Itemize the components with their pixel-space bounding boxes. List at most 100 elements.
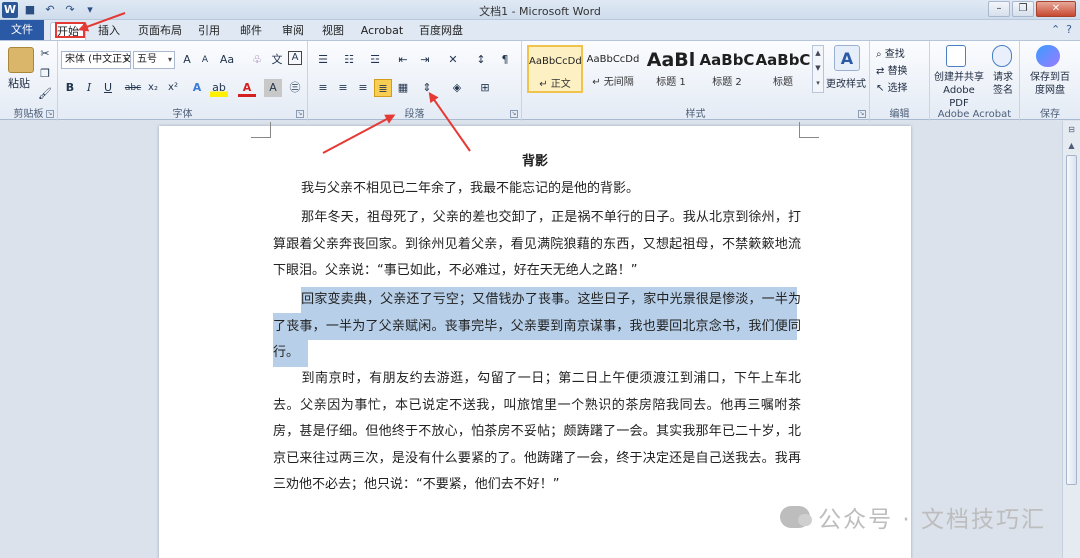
paragraph-group: ☰ ☷ ☲ ⇤ ⇥ ✕ ↕ ¶ ≡ ≡ ≡ ≣ ▦ ⇕ ◈ ⊞ 段落 ↘ — [308, 41, 522, 121]
font-launcher-icon[interactable]: ↘ — [296, 110, 304, 118]
help-icon[interactable]: ? — [1066, 23, 1072, 36]
tab-mailings[interactable]: 邮件 — [236, 22, 266, 40]
styles-gallery: AaBbCcDd ↵ 正文 AaBbCcDd ↵ 无间隔 AaBl 标题 1 A… — [527, 45, 837, 95]
char-border-icon[interactable]: A — [288, 51, 302, 65]
vertical-scrollbar[interactable]: ⊟ ▲ — [1062, 121, 1080, 558]
styles-gallery-scroll[interactable]: ▲ ▼ ▾ — [812, 45, 824, 93]
align-right-icon[interactable]: ≡ — [354, 79, 372, 97]
style-heading-1[interactable]: AaBl 标题 1 — [643, 45, 699, 93]
title-bar: W ■ ↶ ↷ ▾ 文档1 - Microsoft Word – ❐ ✕ — [0, 0, 1080, 20]
underline-button[interactable]: U — [99, 79, 117, 97]
create-pdf-button[interactable]: 创建并共享 Adobe PDF — [932, 71, 986, 110]
save-baidu-button[interactable]: 保存到百 度网盘 — [1022, 71, 1078, 97]
font-name-combo[interactable]: 宋体 (中文正文) ▾ — [61, 51, 131, 69]
paragraph-4[interactable]: 到南京时，有朋友约去游逛，勾留了一日；第二日上午便须渡江到浦口，下午上车北去。父… — [273, 366, 801, 499]
change-case-icon[interactable]: Aa — [218, 51, 236, 69]
shading-icon[interactable]: ◈ — [448, 79, 466, 97]
find-icon: ⌕ — [876, 49, 885, 60]
minimize-ribbon-icon[interactable]: ⌃ — [1051, 23, 1060, 36]
request-sign-icon[interactable] — [992, 45, 1012, 67]
paste-icon[interactable] — [8, 47, 34, 73]
align-left-icon[interactable]: ≡ — [314, 79, 332, 97]
acrobat-group-label: Adobe Acrobat — [937, 109, 1012, 120]
distributed-icon[interactable]: ▦ — [394, 79, 412, 97]
enclosed-char-icon[interactable]: ㊂ — [286, 79, 304, 97]
window-title: 文档1 - Microsoft Word — [479, 5, 601, 18]
highlight-icon[interactable]: ab — [210, 79, 228, 97]
phonetic-guide-icon[interactable]: 文 — [268, 51, 286, 69]
tab-page-layout[interactable]: 页面布局 — [136, 22, 184, 40]
align-center-icon[interactable]: ≡ — [334, 79, 352, 97]
styles-launcher-icon[interactable]: ↘ — [858, 110, 866, 118]
style-normal[interactable]: AaBbCcDd ↵ 正文 — [527, 45, 583, 93]
text-effects-icon[interactable]: A — [188, 79, 206, 97]
bold-button[interactable]: B — [61, 79, 79, 97]
scroll-thumb[interactable] — [1066, 155, 1077, 485]
ruler-toggle-icon[interactable]: ⊟ — [1063, 125, 1080, 139]
baidu-cloud-icon[interactable] — [1036, 45, 1060, 67]
clipboard-launcher-icon[interactable]: ↘ — [46, 110, 54, 118]
editing-group: ⌕ 查找 ⇄ 替换 ↖ 选择 编辑 — [870, 41, 930, 121]
replace-icon: ⇄ — [876, 66, 888, 77]
select-button[interactable]: ↖ 选择 — [876, 79, 908, 94]
strikethrough-button[interactable]: abc — [124, 79, 142, 97]
paragraph-3-selected[interactable]: 回家变卖典，父亲还了亏空；又借钱办了丧事。这些日子，家中光景很是惨淡，一半为了丧… — [273, 287, 801, 367]
restore-button[interactable]: ❐ — [1012, 1, 1034, 17]
italic-button[interactable]: I — [80, 79, 98, 97]
superscript-button[interactable]: x² — [164, 79, 182, 97]
shrink-font-icon[interactable]: A — [196, 51, 214, 69]
decrease-indent-icon[interactable]: ⇤ — [394, 51, 412, 69]
tab-acrobat[interactable]: Acrobat — [358, 22, 406, 40]
tab-references[interactable]: 引用 — [194, 22, 224, 40]
clear-format-icon[interactable]: ♧ — [248, 51, 266, 69]
tab-insert[interactable]: 插入 — [92, 22, 126, 40]
font-group: 宋体 (中文正文) ▾ 五号 ▾ A A Aa ♧ 文 A B I U abc x₂… — [58, 41, 308, 121]
paste-button[interactable]: 粘贴 — [8, 75, 30, 91]
paragraph-2[interactable]: 那年冬天，祖母死了，父亲的差也交卸了，正是祸不单行的日子。我从北京到徐州，打算跟… — [273, 205, 801, 285]
show-marks-icon[interactable]: ¶ — [496, 51, 514, 69]
document-title: 背影 — [521, 154, 548, 169]
acrobat-group: 创建并共享 Adobe PDF 请求 签名 Adobe Acrobat — [930, 41, 1020, 121]
grow-font-icon[interactable]: A — [178, 51, 196, 69]
save-group-label: 保存 — [1040, 109, 1060, 120]
subscript-button[interactable]: x₂ — [144, 79, 162, 97]
borders-icon[interactable]: ⊞ — [476, 79, 494, 97]
ribbon-tabs: 文件 开始 插入 页面布局 引用 邮件 审阅 视图 Acrobat 百度网盘 ⌃… — [0, 20, 1080, 40]
minimize-button[interactable]: – — [988, 1, 1010, 17]
request-sign-button[interactable]: 请求 签名 — [990, 71, 1016, 97]
change-styles-icon[interactable]: A — [834, 45, 860, 71]
paragraph-launcher-icon[interactable]: ↘ — [510, 110, 518, 118]
justify-icon[interactable]: ≣ — [374, 79, 392, 97]
copy-icon[interactable]: ❐ — [36, 65, 54, 83]
ribbon: 粘贴 ✂ ❐ 🖌 剪贴板 ↘ 宋体 (中文正文) ▾ 五号 ▾ A A Aa ♧ 文… — [0, 40, 1080, 121]
replace-button[interactable]: ⇄ 替换 — [876, 62, 908, 77]
font-color-icon[interactable]: A — [238, 79, 256, 97]
tab-file[interactable]: 文件 — [0, 20, 44, 40]
sort-icon[interactable]: ↕ — [472, 51, 490, 69]
tab-review[interactable]: 审阅 — [278, 22, 308, 40]
clipboard-group: 粘贴 ✂ ❐ 🖌 剪贴板 ↘ — [0, 41, 58, 121]
numbering-icon[interactable]: ☷ — [340, 51, 358, 69]
char-shading-icon[interactable]: A — [264, 79, 282, 97]
close-button[interactable]: ✕ — [1036, 1, 1076, 17]
save-group: 保存到百 度网盘 保存 — [1020, 41, 1080, 121]
tab-baidu[interactable]: 百度网盘 — [416, 22, 466, 40]
format-painter-icon[interactable]: 🖌 — [36, 85, 54, 103]
font-group-label: 字体 — [172, 109, 193, 120]
increase-indent-icon[interactable]: ⇥ — [416, 51, 434, 69]
style-title[interactable]: AaBbC 标题 — [755, 45, 811, 93]
paragraph-1[interactable]: 我与父亲不相见已二年余了，我最不能忘记的是他的背影。 — [273, 176, 801, 203]
scroll-up-icon[interactable]: ▲ — [1063, 141, 1080, 155]
find-button[interactable]: ⌕ 查找 — [876, 45, 905, 60]
style-heading-2[interactable]: AaBbC 标题 2 — [699, 45, 755, 93]
multilevel-list-icon[interactable]: ☲ — [366, 51, 384, 69]
tab-view[interactable]: 视图 — [318, 22, 348, 40]
create-pdf-icon[interactable] — [946, 45, 966, 67]
bullets-icon[interactable]: ☰ — [314, 51, 332, 69]
font-size-combo[interactable]: 五号 ▾ — [133, 51, 175, 69]
cut-icon[interactable]: ✂ — [36, 45, 54, 63]
style-no-spacing[interactable]: AaBbCcDd ↵ 无间隔 — [585, 45, 641, 93]
margin-mark — [799, 122, 819, 138]
change-styles-button[interactable]: 更改样式 — [826, 75, 866, 90]
chinese-layout-icon[interactable]: ✕ — [444, 51, 462, 69]
